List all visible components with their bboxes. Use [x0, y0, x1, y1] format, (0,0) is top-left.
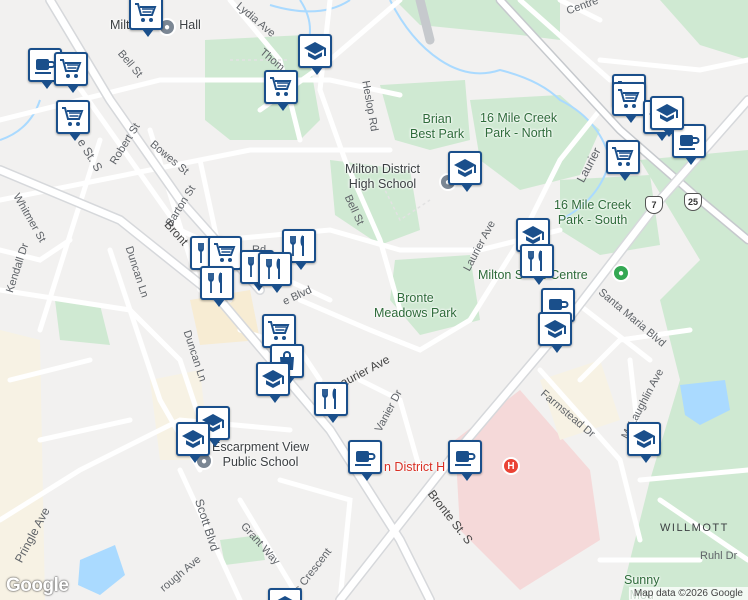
street-label-ruhl-dr: Ruhl Dr: [700, 550, 738, 562]
place-label-bronte-meadows-park[interactable]: Bronte Meadows Park: [374, 291, 457, 321]
map-marker[interactable]: [348, 440, 382, 481]
highway-25-shield-icon: 25: [684, 193, 702, 211]
hospital-poi-icon[interactable]: H: [502, 457, 520, 475]
school-icon: [262, 370, 284, 388]
map-marker[interactable]: [314, 382, 348, 423]
highway-7-shield-icon: 7: [645, 196, 663, 214]
restaurant-icon: [528, 250, 542, 271]
cart-icon: [268, 321, 290, 340]
map-marker[interactable]: [612, 82, 646, 123]
cart-icon: [214, 243, 236, 262]
map-marker[interactable]: [448, 440, 482, 481]
school-icon: [182, 430, 204, 448]
google-logo: Google: [6, 575, 69, 596]
map-marker[interactable]: [298, 34, 332, 75]
school-icon: [304, 42, 326, 60]
map-marker[interactable]: [627, 422, 661, 463]
place-label-escarpment-view-public-school[interactable]: Escarpment View Public School: [212, 440, 309, 470]
cart-icon: [612, 147, 634, 166]
map-attribution[interactable]: Map data ©2026 Google: [628, 587, 748, 600]
map-marker[interactable]: [520, 244, 554, 285]
cart-icon: [135, 3, 157, 22]
map-marker[interactable]: [650, 96, 684, 137]
restaurant-icon: [266, 258, 280, 279]
restaurant-icon: [208, 272, 222, 293]
place-label-milton-district-high-school[interactable]: Milton District High School: [345, 162, 420, 192]
map-marker[interactable]: [176, 422, 210, 463]
area-label-willmott: WILLMOTT: [660, 522, 729, 534]
map-marker[interactable]: [256, 362, 290, 403]
coffee-icon: [455, 451, 476, 466]
map-marker[interactable]: [268, 588, 302, 600]
place-label-16-mile-creek-park-north[interactable]: 16 Mile Creek Park - North: [480, 111, 557, 141]
coffee-icon: [679, 135, 700, 150]
school-icon: [277, 596, 293, 600]
map-marker[interactable]: [262, 314, 296, 355]
map-marker[interactable]: [56, 100, 90, 141]
map-marker[interactable]: [54, 52, 88, 93]
map-marker[interactable]: [258, 252, 292, 293]
school-icon: [633, 430, 655, 448]
restaurant-icon: [322, 388, 336, 409]
school-icon: [656, 104, 678, 122]
cart-icon: [618, 89, 640, 108]
cart-icon: [60, 59, 82, 78]
map-marker[interactable]: [208, 236, 242, 277]
map-marker[interactable]: [200, 266, 234, 307]
map-marker[interactable]: [538, 312, 572, 353]
school-icon: [454, 159, 476, 177]
map-marker[interactable]: [129, 0, 163, 37]
place-label-16-mile-creek-park-south[interactable]: 16 Mile Creek Park - South: [554, 198, 631, 228]
school-icon: [544, 320, 566, 338]
place-label-brian-best-park[interactable]: Brian Best Park: [410, 112, 464, 142]
coffee-icon: [355, 451, 376, 466]
map-marker[interactable]: [264, 70, 298, 111]
map-marker[interactable]: [448, 151, 482, 192]
map-marker[interactable]: [606, 140, 640, 181]
sports-centre-poi-icon[interactable]: ●: [612, 264, 630, 282]
cart-icon: [62, 107, 84, 126]
cart-icon: [270, 77, 292, 96]
map-canvas[interactable]: Lydia Ave Thom Bell St Heslop Rd Robert …: [0, 0, 748, 600]
